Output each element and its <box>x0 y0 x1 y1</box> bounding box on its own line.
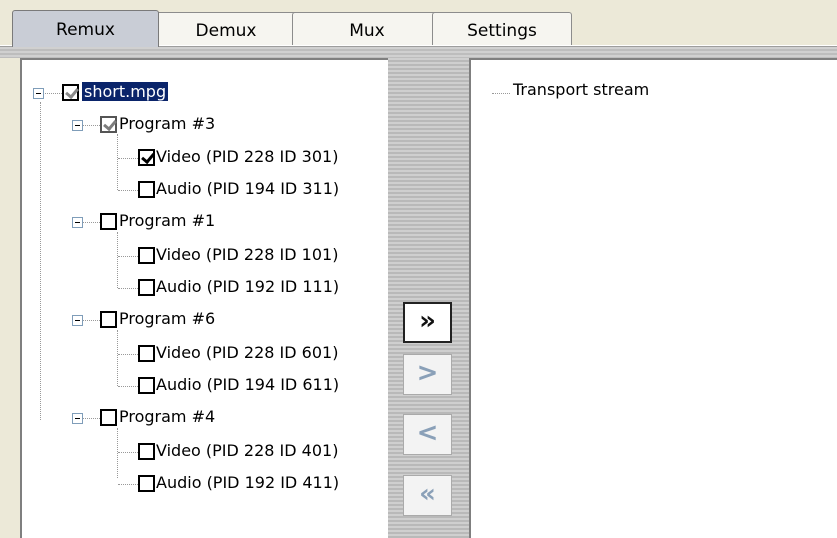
tab-demux[interactable]: Demux <box>150 12 302 46</box>
tab-mux[interactable]: Mux <box>292 12 442 46</box>
chevron-right-icon: > <box>416 357 439 388</box>
program-3-checkbox[interactable] <box>100 116 117 133</box>
program-1-checkbox[interactable] <box>100 213 117 230</box>
tab-demux-label: Demux <box>195 20 257 41</box>
stream-label[interactable]: Audio (PID 192 ID 111) <box>156 277 339 296</box>
tree-connector <box>118 452 138 453</box>
program-4-checkbox[interactable] <box>100 409 117 426</box>
stream-checkbox[interactable] <box>138 345 155 362</box>
tree-connector <box>118 190 138 191</box>
collapse-toggle-program-1[interactable] <box>72 217 83 228</box>
collapse-toggle-program-4[interactable] <box>72 413 83 424</box>
tree-connector <box>118 158 138 159</box>
program-6-label[interactable]: Program #6 <box>119 309 215 328</box>
add-all-button[interactable]: » <box>403 302 452 343</box>
root-checkbox[interactable] <box>62 84 79 101</box>
stream-checkbox[interactable] <box>138 149 155 166</box>
tree-connector <box>40 102 41 420</box>
tab-remux[interactable]: Remux <box>12 10 159 47</box>
stream-checkbox[interactable] <box>138 377 155 394</box>
tree-connector <box>80 320 100 321</box>
tab-mux-label: Mux <box>349 20 385 41</box>
stream-label[interactable]: Audio (PID 194 ID 611) <box>156 375 339 394</box>
stream-label[interactable]: Audio (PID 192 ID 411) <box>156 473 339 492</box>
tree-connector <box>118 354 138 355</box>
add-selected-button[interactable]: > <box>403 354 452 395</box>
stream-label[interactable]: Audio (PID 194 ID 311) <box>156 179 339 198</box>
stream-label[interactable]: Video (PID 228 ID 301) <box>156 147 338 166</box>
stream-checkbox[interactable] <box>138 247 155 264</box>
root-file-label[interactable]: short.mpg <box>80 81 170 102</box>
stream-label[interactable]: Video (PID 228 ID 601) <box>156 343 338 362</box>
tab-remux-label: Remux <box>56 20 115 40</box>
program-6-checkbox[interactable] <box>100 311 117 328</box>
tree-connector <box>492 93 510 94</box>
transfer-button-column <box>388 58 469 538</box>
tree-connector <box>117 232 118 288</box>
stream-label[interactable]: Video (PID 228 ID 101) <box>156 245 338 264</box>
remove-selected-button[interactable]: < <box>403 414 452 455</box>
output-tree-pane[interactable] <box>469 58 837 538</box>
tree-connector <box>118 484 138 485</box>
chevron-left-icon: < <box>416 417 439 448</box>
program-3-label[interactable]: Program #3 <box>119 114 215 133</box>
tree-connector <box>80 222 100 223</box>
tree-connector <box>118 386 138 387</box>
program-4-label[interactable]: Program #4 <box>119 407 215 426</box>
remove-all-button[interactable]: « <box>403 475 452 516</box>
collapse-toggle-program-6[interactable] <box>72 315 83 326</box>
program-1-label[interactable]: Program #1 <box>119 211 215 230</box>
tree-connector <box>80 125 100 126</box>
stream-checkbox[interactable] <box>138 475 155 492</box>
stream-checkbox[interactable] <box>138 181 155 198</box>
tab-settings[interactable]: Settings <box>432 12 572 46</box>
left-margin <box>0 58 20 538</box>
tree-connector <box>80 418 100 419</box>
tree-connector <box>117 134 118 190</box>
double-chevron-right-icon: » <box>419 305 436 336</box>
stream-checkbox[interactable] <box>138 443 155 460</box>
output-root-label[interactable]: Transport stream <box>513 80 649 99</box>
tree-connector <box>118 256 138 257</box>
collapse-toggle-root[interactable] <box>33 88 44 99</box>
tab-strip: Remux Demux Mux Settings <box>0 0 837 48</box>
collapse-toggle-program-3[interactable] <box>72 120 83 131</box>
double-chevron-left-icon: « <box>419 478 436 509</box>
tree-connector <box>118 288 138 289</box>
tree-connector <box>117 330 118 386</box>
tab-settings-label: Settings <box>467 20 537 41</box>
tree-connector <box>117 428 118 478</box>
stream-checkbox[interactable] <box>138 279 155 296</box>
stream-label[interactable]: Video (PID 228 ID 401) <box>156 441 338 460</box>
